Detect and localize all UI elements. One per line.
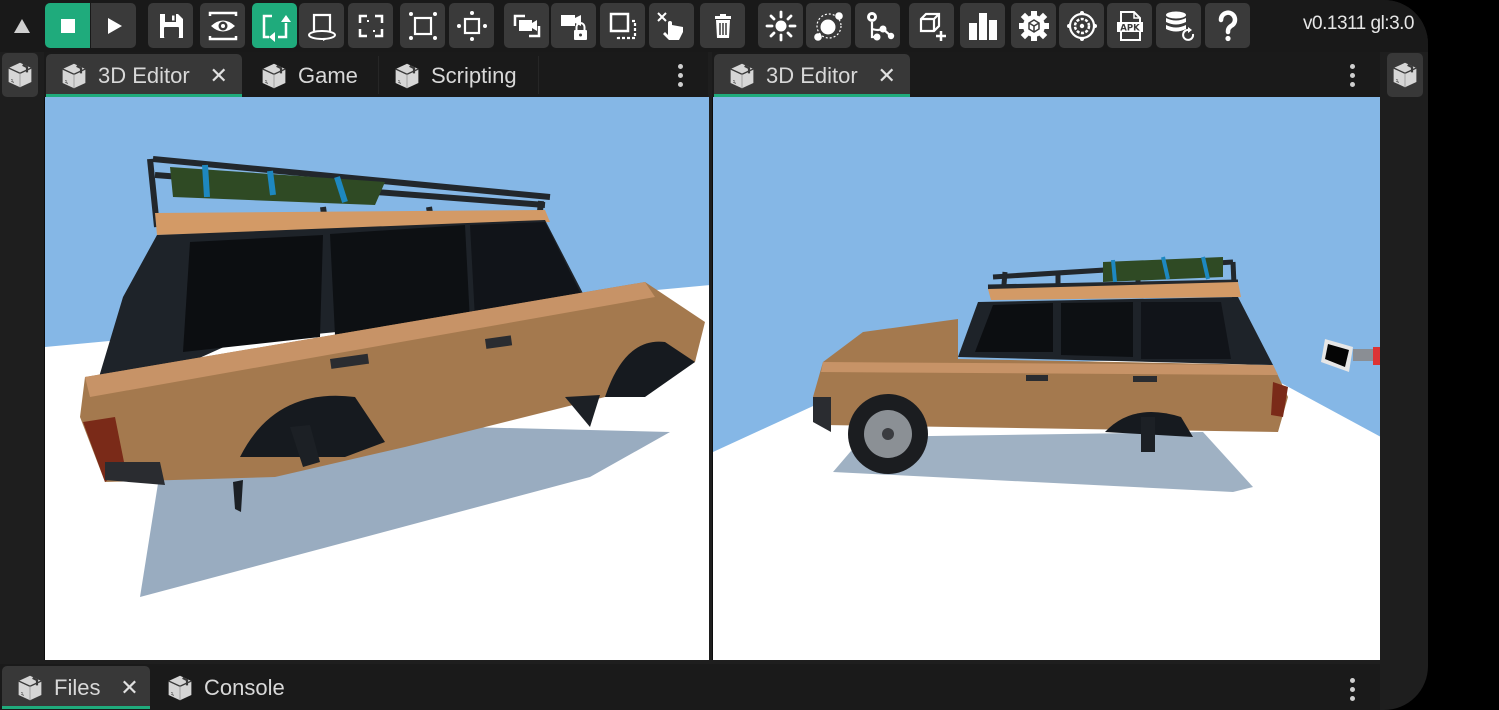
close-tab-icon[interactable]: ✕	[208, 63, 230, 89]
rotate-icon	[307, 13, 336, 41]
left-dock-panel-button[interactable]	[2, 53, 38, 97]
tab-label: 3D Editor	[98, 62, 190, 88]
crosshair-gear-icon	[1066, 10, 1097, 41]
duplicate-icon	[609, 12, 636, 39]
scale-corners-icon	[358, 14, 383, 37]
left-panel-menu-button[interactable]	[668, 57, 692, 93]
cube-icon	[1391, 61, 1419, 89]
move-tool-button[interactable]	[252, 3, 297, 48]
cube-icon	[260, 62, 288, 90]
rear-window	[183, 235, 323, 352]
tab-console[interactable]: Console	[152, 666, 302, 709]
rotate-tool-button[interactable]	[299, 3, 344, 48]
svg-text:APK: APK	[1120, 23, 1140, 33]
help-button[interactable]	[1205, 3, 1250, 48]
apk-file-icon: APK	[1116, 10, 1143, 41]
left-panel-tabbar: 3D Editor ✕ Game Scripting	[44, 52, 708, 97]
bar-chart-icon	[968, 12, 997, 40]
tab-label: Scripting	[431, 62, 517, 88]
floppy-disk-icon	[159, 13, 183, 38]
editor-window: APK v0.1311 gl:3.0 3D Editor ✕ Game Scri…	[0, 0, 1428, 710]
suspension-rear	[1141, 417, 1155, 452]
tab-separator	[538, 56, 539, 94]
swap-camera-button[interactable]	[504, 3, 549, 48]
tab-label: 3D Editor	[766, 62, 858, 88]
camera-lock-icon	[560, 14, 587, 40]
eye-icon	[208, 11, 237, 40]
tab-game[interactable]: Game	[246, 54, 374, 97]
preview-button[interactable]	[200, 3, 245, 48]
trash-icon	[714, 13, 731, 38]
sun-icon	[765, 10, 796, 41]
add-cube-icon	[919, 12, 946, 41]
door-handle	[1133, 376, 1157, 382]
duplicate-button[interactable]	[600, 3, 645, 48]
save-button[interactable]	[148, 3, 193, 48]
lighting-button[interactable]	[758, 3, 803, 48]
target-button[interactable]	[1059, 3, 1104, 48]
play-icon	[107, 17, 122, 34]
pivot-box-icon	[456, 10, 487, 41]
tab-3d-editor-left[interactable]: 3D Editor ✕	[46, 54, 242, 97]
graph-button[interactable]	[855, 3, 900, 48]
tab-label: Game	[298, 62, 358, 88]
tab-label: Files	[54, 674, 101, 700]
reload-db-button[interactable]	[1156, 3, 1201, 48]
left-3d-viewport[interactable]	[44, 97, 709, 660]
tap-select-icon	[656, 11, 683, 40]
delete-button[interactable]	[700, 3, 745, 48]
node-graph-icon	[866, 11, 894, 40]
side-window	[1061, 302, 1133, 357]
rear-window	[1141, 302, 1231, 359]
cube-icon	[6, 61, 34, 89]
collapse-toolbar-button[interactable]	[8, 12, 36, 40]
stats-button[interactable]	[960, 3, 1005, 48]
cube-icon	[16, 674, 44, 702]
bottom-panel-tabbar: Files ✕ Console	[0, 664, 1380, 710]
physics-button[interactable]	[806, 3, 851, 48]
cube-icon	[728, 62, 756, 90]
version-label: v0.1311 gl:3.0	[1303, 13, 1414, 34]
tab-scripting[interactable]: Scripting	[379, 54, 537, 97]
tab-files[interactable]: Files ✕	[2, 666, 150, 709]
bounds-tool-button[interactable]	[400, 3, 445, 48]
select-tap-button[interactable]	[649, 3, 694, 48]
tab-3d-editor-right[interactable]: 3D Editor ✕	[714, 54, 910, 97]
right-dock-panel-button[interactable]	[1387, 53, 1423, 97]
cube-icon	[166, 674, 194, 702]
play-button[interactable]	[91, 3, 136, 48]
right-3d-viewport[interactable]	[712, 97, 1380, 660]
tab-label: Console	[204, 674, 285, 700]
export-apk-button[interactable]: APK	[1107, 3, 1152, 48]
right-panel-tabbar: 3D Editor ✕	[712, 52, 1380, 97]
camera-gizmo-icon	[1321, 339, 1380, 372]
right-viewport-scene	[713, 256, 1380, 660]
stop-button[interactable]	[45, 3, 90, 48]
close-tab-icon[interactable]: ✕	[876, 63, 898, 89]
left-viewport-scene	[45, 156, 709, 660]
bounds-box-icon	[408, 11, 437, 40]
settings-button[interactable]	[1011, 3, 1056, 48]
camera-swap-icon	[513, 14, 540, 37]
cube-icon	[60, 62, 88, 90]
move-arrows-icon	[262, 14, 291, 42]
door-handle	[1026, 375, 1048, 381]
close-tab-icon[interactable]: ✕	[118, 675, 140, 701]
cube-icon	[393, 62, 421, 90]
gear-cube-icon	[1018, 10, 1049, 41]
database-refresh-icon	[1165, 11, 1194, 41]
triangle-up-icon	[14, 19, 30, 33]
question-mark-icon	[1218, 9, 1237, 41]
bottom-panel-menu-button[interactable]	[1340, 671, 1364, 707]
right-panel-menu-button[interactable]	[1340, 57, 1364, 93]
main-toolbar: APK v0.1311 gl:3.0	[0, 0, 1428, 52]
stop-icon	[60, 18, 75, 33]
pivot-tool-button[interactable]	[449, 3, 494, 48]
scale-tool-button[interactable]	[348, 3, 393, 48]
add-object-button[interactable]	[909, 3, 954, 48]
lock-camera-button[interactable]	[551, 3, 596, 48]
orbit-icon	[813, 11, 843, 41]
